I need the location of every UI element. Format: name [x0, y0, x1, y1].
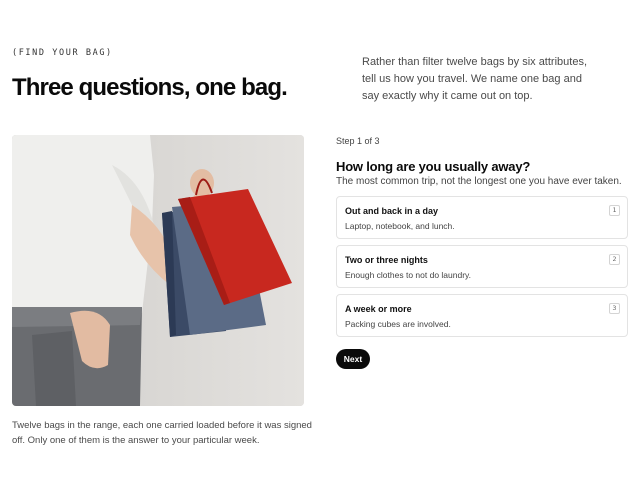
- option-shortcut-key: 3: [609, 303, 620, 314]
- option-week-or-more[interactable]: A week or more Packing cubes are involve…: [336, 294, 628, 337]
- eyebrow-label: (FIND YOUR BAG): [12, 48, 113, 58]
- page-title: Three questions, one bag.: [12, 74, 288, 101]
- question-title: How long are you usually away?: [336, 159, 531, 174]
- intro-text: Rather than filter twelve bags by six at…: [362, 56, 587, 102]
- option-description: Packing cubes are involved.: [345, 319, 451, 329]
- option-title: Out and back in a day: [345, 206, 439, 216]
- hero-photo: [12, 135, 304, 406]
- option-title: Two or three nights: [345, 255, 428, 265]
- option-description: Enough clothes to not do laundry.: [345, 270, 472, 280]
- question-subtext: The most common trip, not the longest on…: [336, 176, 622, 187]
- person-with-shopping-bags-image: [12, 135, 304, 406]
- option-shortcut-key: 1: [609, 205, 620, 216]
- option-day-trip[interactable]: Out and back in a day Laptop, notebook, …: [336, 196, 628, 239]
- option-two-three-nights[interactable]: Two or three nights Enough clothes to no…: [336, 245, 628, 288]
- option-title: A week or more: [345, 304, 412, 314]
- option-description: Laptop, notebook, and lunch.: [345, 221, 455, 231]
- next-button[interactable]: Next: [336, 349, 370, 369]
- step-indicator: Step 1 of 3: [336, 136, 380, 146]
- option-shortcut-key: 2: [609, 254, 620, 265]
- photo-caption: Twelve bags in the range, each one carri…: [12, 420, 312, 446]
